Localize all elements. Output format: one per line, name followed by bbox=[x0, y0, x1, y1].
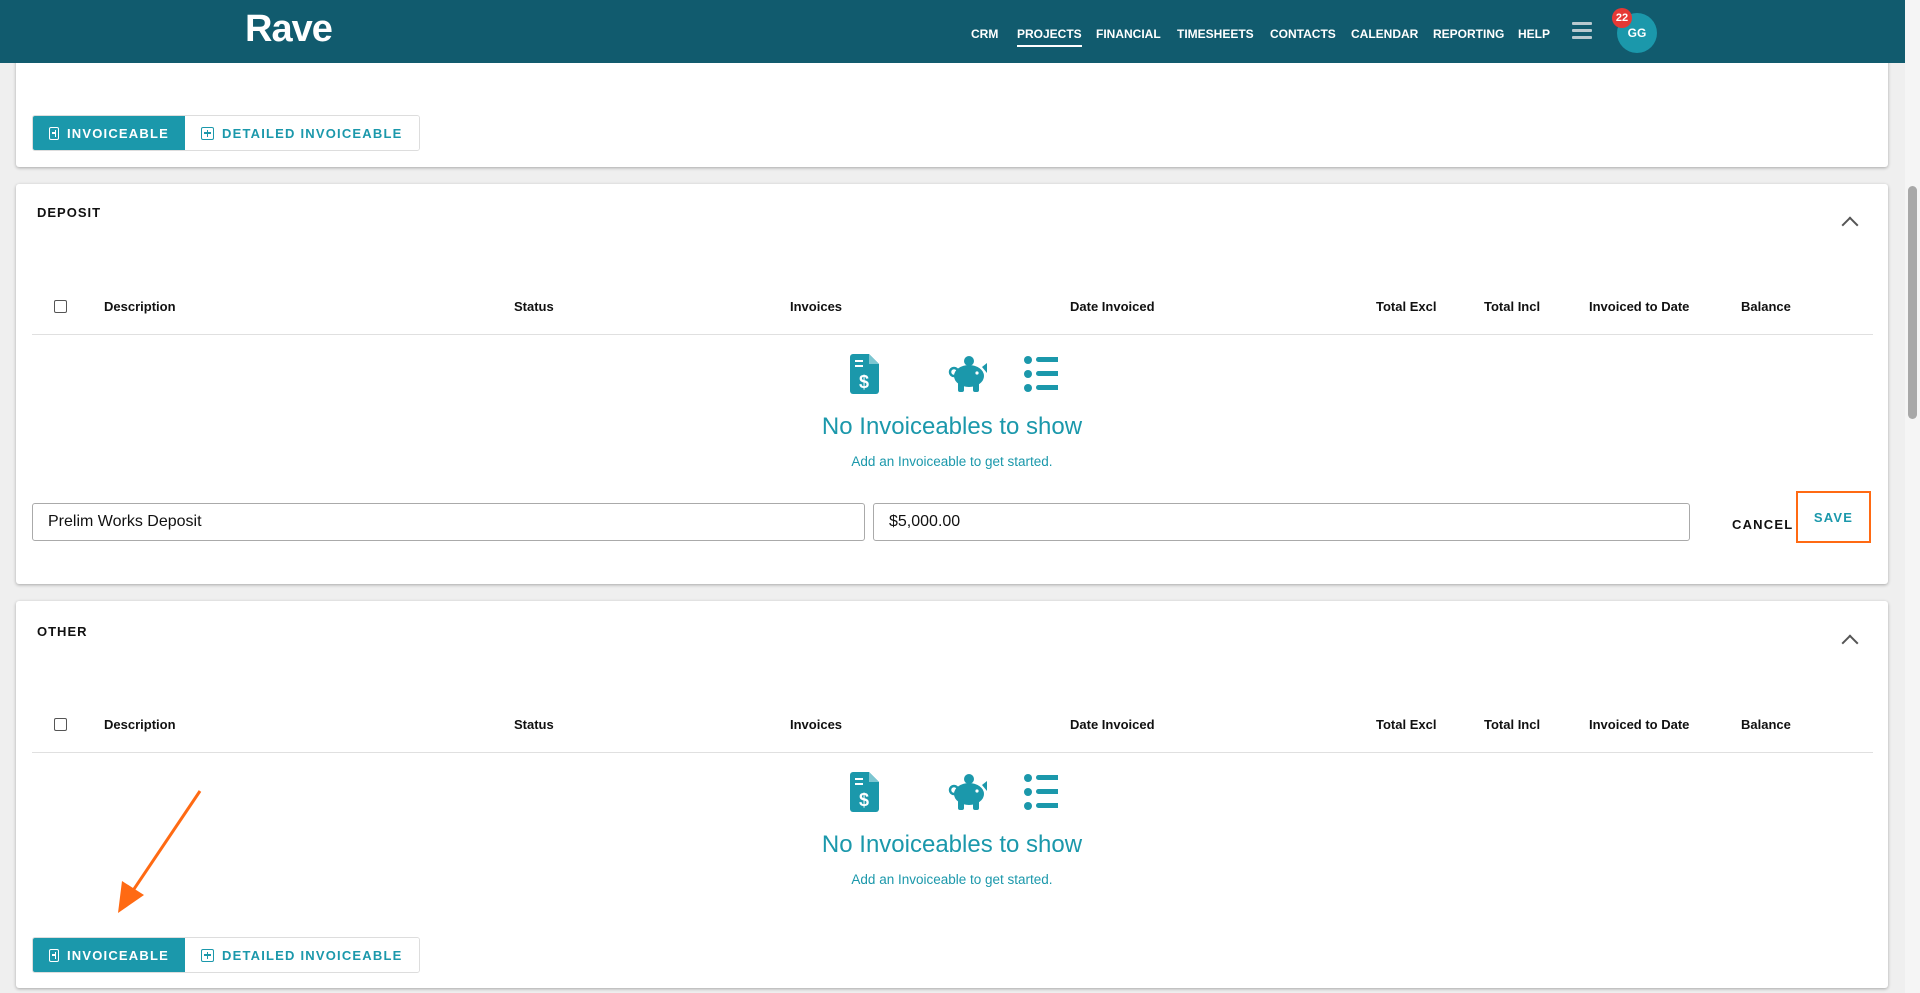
empty-state-icons: $ bbox=[850, 772, 1058, 812]
button-label: INVOICEABLE bbox=[66, 125, 169, 141]
chevron-up-icon[interactable] bbox=[1841, 216, 1859, 234]
divider bbox=[32, 334, 1873, 335]
col-total-excl[interactable]: Total Excl bbox=[1376, 299, 1436, 314]
scrollbar[interactable] bbox=[1905, 0, 1920, 993]
svg-text:$: $ bbox=[859, 790, 869, 810]
invoice-dollar-icon: $ bbox=[850, 772, 879, 812]
svg-text:$: $ bbox=[859, 372, 869, 392]
empty-state-subtitle: Add an Invoiceable to get started. bbox=[851, 454, 1053, 469]
nav-help[interactable]: HELP bbox=[1518, 27, 1550, 41]
empty-state-icons: $ bbox=[850, 354, 1058, 394]
col-status[interactable]: Status bbox=[514, 717, 554, 732]
col-description[interactable]: Description bbox=[104, 299, 176, 314]
col-total-incl[interactable]: Total Incl bbox=[1484, 717, 1540, 732]
section-title: OTHER bbox=[37, 624, 88, 639]
plus-box-icon bbox=[201, 948, 214, 962]
invoice-dollar-icon: $ bbox=[850, 354, 879, 394]
section-title: DEPOSIT bbox=[37, 205, 102, 220]
add-invoiceable-group: INVOICEABLE DETAILED INVOICEABLE bbox=[32, 937, 420, 973]
nav-timesheets[interactable]: TIMESHEETS bbox=[1177, 27, 1254, 41]
other-section: OTHER Description Status Invoices Date I… bbox=[16, 601, 1888, 988]
col-description[interactable]: Description bbox=[104, 717, 176, 732]
plus-box-icon bbox=[49, 126, 59, 140]
add-invoiceable-button[interactable]: INVOICEABLE bbox=[33, 116, 185, 150]
col-date-invoiced[interactable]: Date Invoiced bbox=[1070, 717, 1155, 732]
select-all-checkbox[interactable] bbox=[54, 718, 67, 731]
annotation-arrow-icon bbox=[118, 790, 202, 913]
logo[interactable]: Rave bbox=[245, 8, 333, 51]
piggy-bank-icon bbox=[948, 774, 987, 810]
chevron-up-icon[interactable] bbox=[1841, 634, 1859, 652]
plus-box-icon bbox=[201, 126, 214, 140]
notification-badge: 22 bbox=[1612, 8, 1632, 28]
add-invoiceable-button[interactable]: INVOICEABLE bbox=[33, 938, 185, 972]
col-balance[interactable]: Balance bbox=[1741, 299, 1791, 314]
button-label: DETAILED INVOICEABLE bbox=[222, 125, 403, 141]
piggy-bank-icon bbox=[948, 356, 987, 392]
col-balance[interactable]: Balance bbox=[1741, 717, 1791, 732]
col-total-incl[interactable]: Total Incl bbox=[1484, 299, 1540, 314]
col-total-excl[interactable]: Total Excl bbox=[1376, 717, 1436, 732]
scrollbar-thumb[interactable] bbox=[1908, 186, 1917, 419]
col-invoices[interactable]: Invoices bbox=[790, 717, 842, 732]
plus-box-icon bbox=[49, 948, 59, 962]
col-invoices[interactable]: Invoices bbox=[790, 299, 842, 314]
nav-crm[interactable]: CRM bbox=[971, 27, 998, 41]
nav-financial[interactable]: FINANCIAL bbox=[1096, 27, 1161, 41]
add-detailed-invoiceable-button[interactable]: DETAILED INVOICEABLE bbox=[185, 116, 419, 150]
empty-state-title: No Invoiceables to show bbox=[821, 831, 1083, 858]
col-status[interactable]: Status bbox=[514, 299, 554, 314]
add-invoiceable-group: INVOICEABLE DETAILED INVOICEABLE bbox=[32, 115, 420, 151]
nav-projects[interactable]: PROJECTS bbox=[1017, 27, 1082, 47]
nav-reporting[interactable]: REPORTING bbox=[1433, 27, 1504, 41]
deposit-description-input[interactable]: Prelim Works Deposit bbox=[32, 503, 865, 541]
save-button[interactable]: SAVE bbox=[1796, 491, 1871, 543]
deposit-section: DEPOSIT Description Status Invoices Date… bbox=[16, 184, 1888, 584]
hamburger-menu-icon[interactable] bbox=[1572, 22, 1592, 40]
top-nav-bar: Rave CRM PROJECTS FINANCIAL TIMESHEETS C… bbox=[0, 0, 1905, 63]
button-label: DETAILED INVOICEABLE bbox=[222, 947, 403, 963]
col-invoiced-to-date[interactable]: Invoiced to Date bbox=[1589, 299, 1689, 314]
empty-state-title: No Invoiceables to show bbox=[821, 413, 1083, 440]
col-invoiced-to-date[interactable]: Invoiced to Date bbox=[1589, 717, 1689, 732]
list-icon bbox=[1024, 774, 1058, 810]
list-icon bbox=[1024, 356, 1058, 392]
empty-state-subtitle: Add an Invoiceable to get started. bbox=[851, 872, 1053, 887]
select-all-checkbox[interactable] bbox=[54, 300, 67, 313]
nav-calendar[interactable]: CALENDAR bbox=[1351, 27, 1418, 41]
button-label: INVOICEABLE bbox=[66, 947, 169, 963]
deposit-amount-input[interactable]: $5,000.00 bbox=[873, 503, 1690, 541]
nav-contacts[interactable]: CONTACTS bbox=[1270, 27, 1336, 41]
divider bbox=[32, 752, 1873, 753]
add-detailed-invoiceable-button[interactable]: DETAILED INVOICEABLE bbox=[185, 938, 419, 972]
col-date-invoiced[interactable]: Date Invoiced bbox=[1070, 299, 1155, 314]
